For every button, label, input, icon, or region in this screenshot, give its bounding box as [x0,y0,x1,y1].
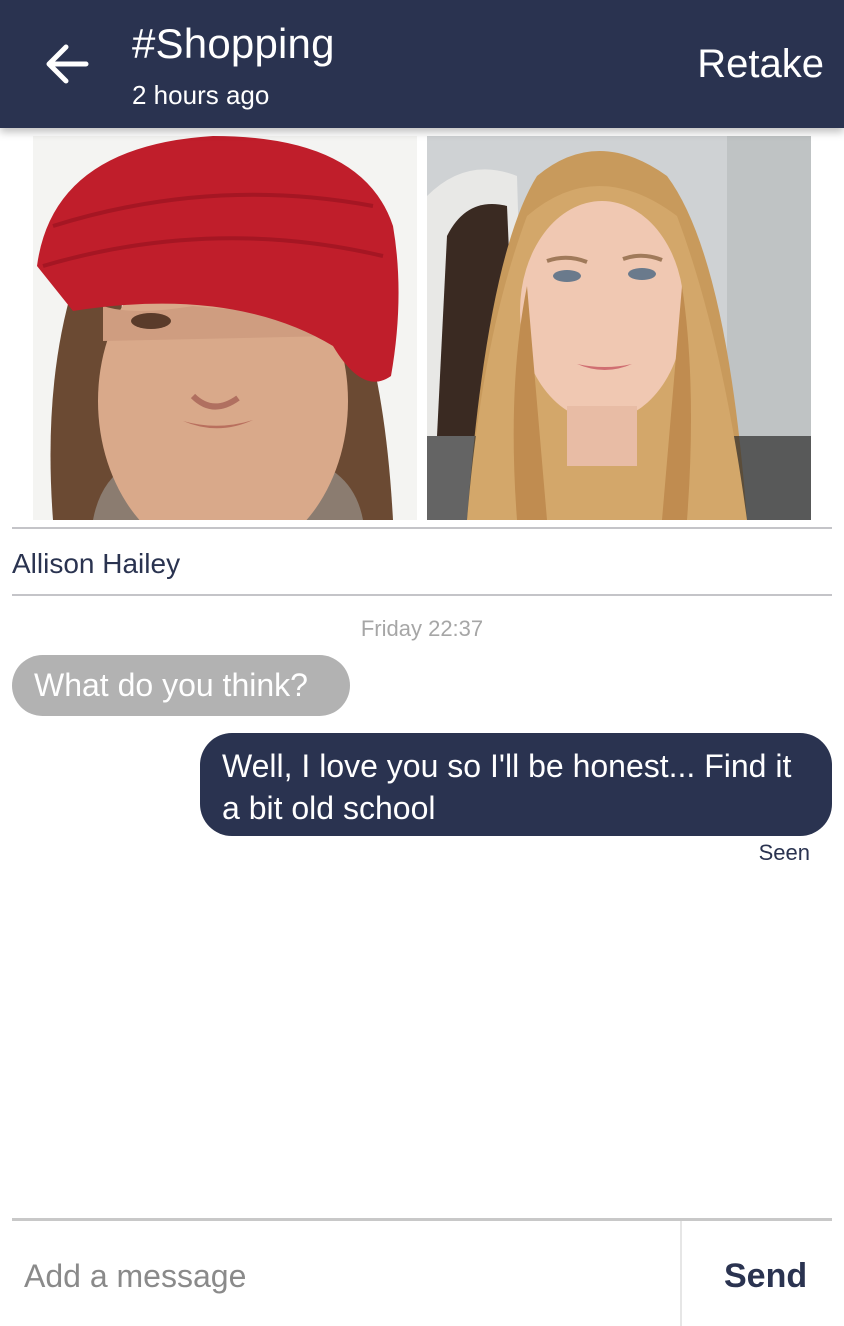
arrow-left-icon [46,44,89,84]
send-button[interactable]: Send [724,1257,807,1296]
app-bar: #Shopping 2 hours ago Retake [0,0,844,128]
photo-red-beanie [33,136,417,520]
author-name: Allison Hailey [12,548,181,579]
message-input[interactable] [12,1236,672,1316]
photo-blonde-hair [427,136,811,520]
photo-comparison [33,136,811,520]
outgoing-message-bubble: Well, I love you so I'll be honest... Fi… [200,733,832,836]
retake-button[interactable]: Retake [697,42,824,87]
photo-option-2[interactable] [427,136,811,520]
conversation-title: #Shopping [132,20,335,67]
message-timestamp: Friday 22:37 [360,616,484,641]
composer-separator [680,1221,682,1326]
conversation-subtitle: 2 hours ago [132,80,270,110]
divider [12,527,832,529]
read-receipt: Seen [758,840,810,865]
incoming-message-bubble: What do you think? [12,655,350,716]
divider [12,594,832,596]
back-button[interactable] [38,38,94,90]
composer-divider [12,1218,832,1221]
photo-option-1[interactable] [33,136,417,520]
